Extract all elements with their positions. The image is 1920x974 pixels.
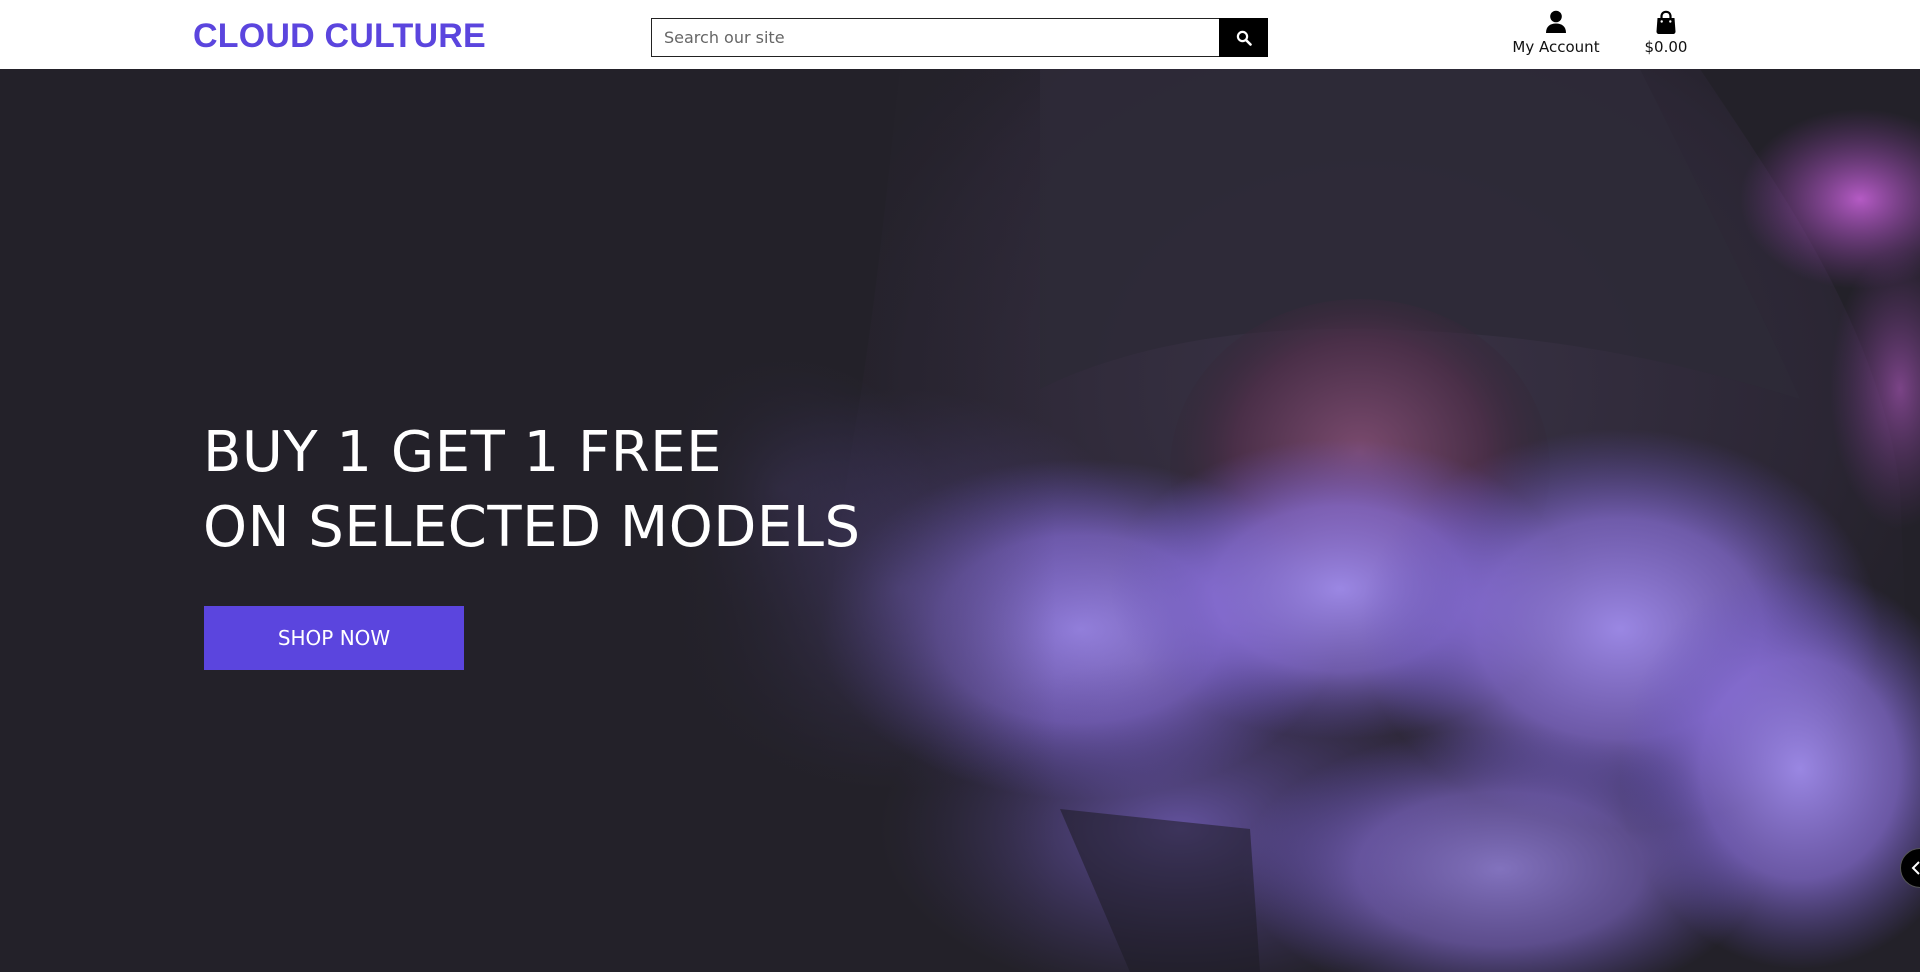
search-icon <box>1236 30 1252 46</box>
cart-link[interactable]: $0.00 <box>1636 10 1696 56</box>
hero-banner: BUY 1 GET 1 FREE ON SELECTED MODELS SHOP… <box>0 69 1920 972</box>
shopping-bag-icon <box>1656 10 1676 34</box>
my-account-label: My Account <box>1512 38 1600 56</box>
hero-headline-line-1: BUY 1 GET 1 FREE <box>203 420 722 485</box>
shop-now-button[interactable]: SHOP NOW <box>204 606 464 670</box>
search-button[interactable] <box>1219 18 1268 57</box>
site-logo[interactable]: CLOUD CULTURE <box>193 16 486 56</box>
hero-headline-line-2: ON SELECTED MODELS <box>203 495 861 560</box>
chevron-left-icon <box>1911 861 1920 875</box>
my-account-link[interactable]: My Account <box>1508 10 1604 56</box>
search-input[interactable] <box>651 18 1219 57</box>
hero-headline: BUY 1 GET 1 FREE ON SELECTED MODELS <box>203 415 861 565</box>
user-icon <box>1546 10 1566 33</box>
cart-total: $0.00 <box>1644 38 1688 56</box>
site-header: CLOUD CULTURE My Account $0.00 <box>0 0 1920 69</box>
search-form <box>651 18 1268 57</box>
